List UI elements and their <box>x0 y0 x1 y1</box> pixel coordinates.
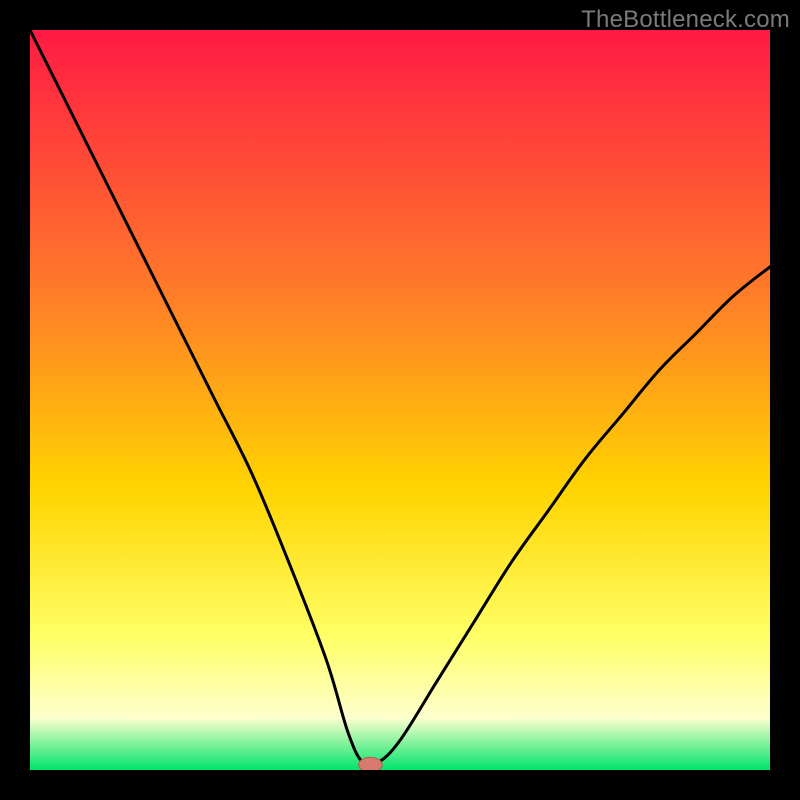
chart-svg <box>30 30 770 770</box>
chart-frame: TheBottleneck.com <box>0 0 800 800</box>
gradient-background <box>30 30 770 770</box>
optimum-marker <box>359 757 383 770</box>
plot-area <box>30 30 770 770</box>
